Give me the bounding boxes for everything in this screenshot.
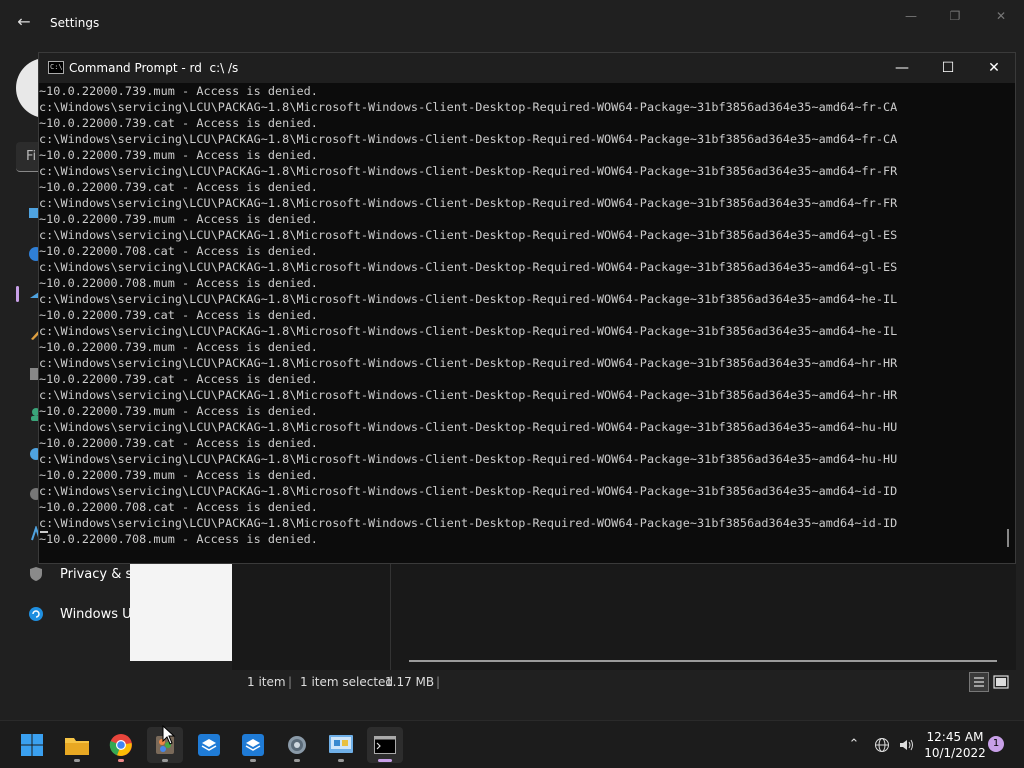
console-line: ~10.0.22000.739.cat - Access is denied.	[39, 116, 318, 130]
start-button[interactable]	[14, 727, 50, 763]
console-line: c:\Windows\servicing\LCU\PACKAG~1.8\Micr…	[39, 420, 898, 434]
console-line: c:\Windows\servicing\LCU\PACKAG~1.8\Micr…	[39, 260, 898, 274]
console-line: ~10.0.22000.739.cat - Access is denied.	[39, 436, 318, 450]
file-explorer-app[interactable]	[59, 727, 95, 763]
console-line: c:\Windows\servicing\LCU\PACKAG~1.8\Micr…	[39, 516, 898, 530]
console-line: ~10.0.22000.739.cat - Access is denied.	[39, 180, 318, 194]
console-line: c:\Windows\servicing\LCU\PACKAG~1.8\Micr…	[39, 388, 898, 402]
console-line: ~10.0.22000.708.cat - Access is denied.	[39, 244, 318, 258]
gear-icon	[288, 736, 306, 754]
console-line: c:\Windows\servicing\LCU\PACKAG~1.8\Micr…	[39, 132, 898, 146]
console-line: ~10.0.22000.739.mum - Access is denied.	[39, 340, 318, 354]
sandbox-icon	[198, 734, 220, 756]
console-line: c:\Windows\servicing\LCU\PACKAG~1.8\Micr…	[39, 164, 898, 178]
console-output[interactable]: ~10.0.22000.739.mum - Access is denied. c…	[39, 83, 1007, 563]
clock[interactable]: 12:45 AM 10/1/2022	[920, 729, 990, 761]
running-indicator	[118, 759, 124, 762]
sidebar-item-privacy[interactable]: Privacy & s	[24, 560, 134, 588]
back-arrow-icon[interactable]: ←	[14, 12, 34, 32]
chrome-app[interactable]	[103, 727, 139, 763]
console-line: c:\Windows\servicing\LCU\PACKAG~1.8\Micr…	[39, 292, 898, 306]
console-line: ~10.0.22000.739.mum - Access is denied.	[39, 212, 318, 226]
running-indicator	[294, 759, 300, 762]
console-line: ~10.0.22000.708.mum - Access is denied.	[39, 276, 318, 290]
settings-title: Settings	[50, 16, 100, 30]
shield-icon	[30, 567, 42, 581]
tiles-view-icon[interactable]	[991, 672, 1011, 692]
folder-icon	[65, 738, 89, 755]
file-thumbnail[interactable]	[130, 563, 232, 661]
notification-badge[interactable]: 1	[988, 736, 1004, 752]
minimize-icon[interactable]: —	[896, 6, 926, 26]
console-line: c:\Windows\servicing\LCU\PACKAG~1.8\Micr…	[39, 228, 898, 242]
window-title: Command Prompt - rd c:\ /s	[69, 61, 239, 75]
settings-app[interactable]	[279, 727, 315, 763]
status-bar: 1 item | 1 item selected 1.17 MB |	[232, 670, 1016, 693]
console-line: c:\Windows\servicing\LCU\PACKAG~1.8\Micr…	[39, 324, 898, 338]
sidebar-item-label: Windows U	[60, 606, 132, 622]
console-line: c:\Windows\servicing\LCU\PACKAG~1.8\Micr…	[39, 356, 898, 370]
console-line: ~10.0.22000.739.mum - Access is denied.	[39, 84, 318, 98]
status-separator: |	[436, 675, 441, 689]
running-indicator	[378, 759, 392, 762]
console-line: ~10.0.22000.739.mum - Access is denied.	[39, 468, 318, 482]
running-indicator	[250, 759, 256, 762]
control-panel-icon	[329, 735, 353, 753]
terminal-icon	[374, 736, 396, 754]
clock-time: 12:45 AM	[926, 730, 984, 744]
sidebar-item-label: Privacy & s	[60, 566, 133, 582]
control-panel-app[interactable]	[323, 727, 359, 763]
console-line: ~10.0.22000.739.mum - Access is denied.	[39, 148, 318, 162]
sandbox-app-2[interactable]	[235, 727, 271, 763]
running-indicator	[162, 759, 168, 762]
globe-icon[interactable]	[874, 737, 890, 753]
console-line: ~10.0.22000.708.mum - Access is denied.	[39, 532, 318, 546]
running-indicator	[338, 759, 344, 762]
command-prompt-window[interactable]: C:\ Command Prompt - rd c:\ /s — ☐ ✕ ~10…	[38, 52, 1016, 564]
windows-logo-icon	[21, 734, 43, 756]
chrome-icon	[109, 734, 132, 756]
console-line: c:\Windows\servicing\LCU\PACKAG~1.8\Micr…	[39, 196, 898, 210]
sidebar-item-windows-update[interactable]: Windows U	[24, 600, 134, 628]
console-line: ~10.0.22000.708.cat - Access is denied.	[39, 500, 318, 514]
nav-selection-indicator	[16, 286, 19, 302]
item-count: 1 item	[247, 675, 286, 689]
mouse-pointer-icon	[162, 725, 176, 745]
windows-update-icon	[29, 607, 43, 621]
close-icon[interactable]: ✕	[986, 6, 1016, 26]
selected-count: 1 item selected	[300, 675, 394, 689]
close-button[interactable]: ✕	[971, 53, 1017, 83]
console-line: c:\Windows\servicing\LCU\PACKAG~1.8\Micr…	[39, 100, 898, 114]
horizontal-scrollbar[interactable]	[409, 660, 997, 662]
minimize-button[interactable]: —	[879, 53, 925, 83]
maximize-button[interactable]: ☐	[925, 53, 971, 83]
console-line: c:\Windows\servicing\LCU\PACKAG~1.8\Micr…	[39, 452, 898, 466]
console-line: c:\Windows\servicing\LCU\PACKAG~1.8\Micr…	[39, 484, 898, 498]
taskbar: ⌃ 12:45 AM 10/1/2022	[0, 720, 1024, 768]
chevron-up-icon[interactable]: ⌃	[846, 737, 862, 753]
console-line: ~10.0.22000.739.cat - Access is denied.	[39, 308, 318, 322]
selected-size: 1.17 MB	[385, 675, 435, 689]
vertical-scrollbar-thumb[interactable]	[1007, 529, 1009, 547]
details-view-icon[interactable]	[969, 672, 989, 692]
text-cursor	[40, 531, 48, 533]
clock-date: 10/1/2022	[924, 746, 986, 760]
volume-icon[interactable]	[898, 737, 914, 753]
console-line: ~10.0.22000.739.mum - Access is denied.	[39, 404, 318, 418]
sandbox-app-1[interactable]	[191, 727, 227, 763]
pane-divider	[390, 562, 391, 670]
console-line: ~10.0.22000.739.cat - Access is denied.	[39, 372, 318, 386]
title-bar[interactable]: C:\ Command Prompt - rd c:\ /s — ☐ ✕	[39, 53, 1015, 83]
command-prompt-app[interactable]	[367, 727, 403, 763]
sandbox-icon	[242, 734, 264, 756]
status-separator: |	[288, 675, 293, 689]
running-indicator	[74, 759, 80, 762]
restore-icon[interactable]: ❐	[940, 6, 970, 26]
terminal-icon: C:\	[48, 61, 64, 74]
